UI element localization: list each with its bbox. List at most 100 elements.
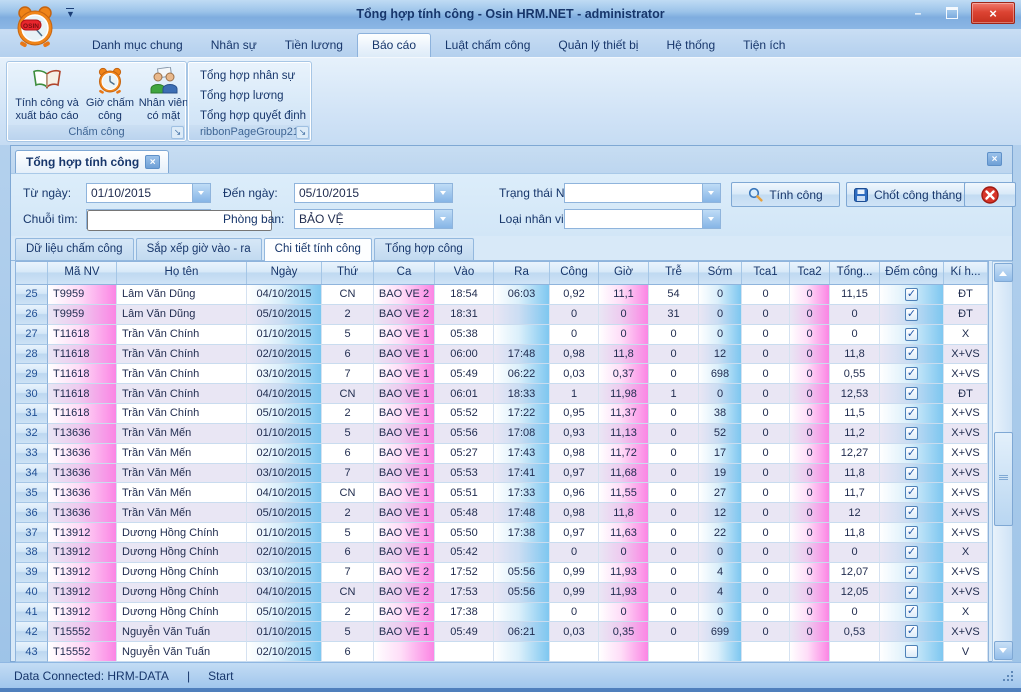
cell-som[interactable]: 0 — [699, 603, 742, 623]
cell-ki-hieu[interactable]: X — [944, 325, 988, 345]
cell-tca1[interactable]: 0 — [742, 424, 790, 444]
cell-som[interactable]: 0 — [699, 543, 742, 563]
cell-ma-nv[interactable]: T13636 — [48, 444, 117, 464]
cell-ho-ten[interactable]: Trần Văn Chính — [117, 364, 247, 384]
cell-thu[interactable]: CN — [322, 285, 374, 305]
cell-ra[interactable]: 06:03 — [494, 285, 550, 305]
table-row[interactable]: 27T11618Trần Văn Chính01/10/20155BAO VE … — [16, 325, 988, 345]
cell-dem-cong[interactable] — [880, 404, 944, 424]
cell-ma-nv[interactable]: T13912 — [48, 523, 117, 543]
ribbon-tab-danh-muc-chung[interactable]: Danh mục chung — [78, 34, 197, 57]
cell-ho-ten[interactable]: Trần Văn Chính — [117, 404, 247, 424]
cell-ki-hieu[interactable]: ĐT — [944, 285, 988, 305]
cell-tca2[interactable]: 0 — [790, 404, 830, 424]
cell-ma-nv[interactable]: T11618 — [48, 404, 117, 424]
cell-ra[interactable]: 06:22 — [494, 364, 550, 384]
cell-ca[interactable] — [374, 642, 435, 662]
table-row[interactable]: 28T11618Trần Văn Chính02/10/20156BAO VE … — [16, 345, 988, 365]
cell-cong[interactable]: 0,92 — [550, 285, 599, 305]
cell-thu[interactable]: 2 — [322, 503, 374, 523]
cell-thu[interactable]: CN — [322, 483, 374, 503]
cell-vao[interactable]: 05:51 — [435, 483, 494, 503]
dem-cong-checkbox[interactable] — [905, 367, 918, 380]
cell-som[interactable]: 699 — [699, 622, 742, 642]
cell-tong[interactable]: 11,8 — [830, 345, 880, 365]
cell-ki-hieu[interactable]: V — [944, 642, 988, 662]
col-header-ma-nv[interactable]: Mã NV — [48, 262, 117, 284]
table-row[interactable]: 38T13912Dương Hồng Chính02/10/20156BAO V… — [16, 543, 988, 563]
cell-thu[interactable]: 7 — [322, 464, 374, 484]
table-row[interactable]: 35T13636Trần Văn Mến04/10/2015CNBAO VE 1… — [16, 483, 988, 503]
subtab-chi-tiet-tinh-cong[interactable]: Chi tiết tính công — [264, 238, 372, 261]
cell-thu[interactable]: 6 — [322, 444, 374, 464]
cell-som[interactable]: 0 — [699, 285, 742, 305]
cell-dem-cong[interactable] — [880, 543, 944, 563]
cell-tre[interactable]: 54 — [649, 285, 699, 305]
row-number[interactable]: 43 — [16, 642, 48, 662]
cell-dem-cong[interactable] — [880, 563, 944, 583]
cell-tre[interactable]: 0 — [649, 325, 699, 345]
row-number[interactable]: 30 — [16, 384, 48, 404]
cell-tca1[interactable]: 0 — [742, 305, 790, 325]
cell-vao[interactable]: 06:00 — [435, 345, 494, 365]
trang-thai-combo[interactable] — [564, 183, 721, 203]
cell-cong[interactable]: 0,96 — [550, 483, 599, 503]
cell-ma-nv[interactable]: T13912 — [48, 603, 117, 623]
cell-tre[interactable]: 0 — [649, 603, 699, 623]
cell-ki-hieu[interactable]: X+VS — [944, 563, 988, 583]
chevron-down-icon[interactable] — [434, 184, 452, 202]
cell-ngay[interactable]: 04/10/2015 — [247, 384, 322, 404]
cell-tong[interactable]: 0 — [830, 603, 880, 623]
cell-tong[interactable]: 0 — [830, 325, 880, 345]
dem-cong-checkbox[interactable] — [905, 645, 918, 658]
row-number[interactable]: 31 — [16, 404, 48, 424]
cell-vao[interactable]: 05:49 — [435, 622, 494, 642]
chevron-down-icon[interactable] — [702, 184, 720, 202]
cell-ngay[interactable]: 02/10/2015 — [247, 444, 322, 464]
cell-gio[interactable]: 11,8 — [599, 503, 649, 523]
cell-dem-cong[interactable] — [880, 384, 944, 404]
cell-gio[interactable]: 0,37 — [599, 364, 649, 384]
col-header-vao[interactable]: Vào — [435, 262, 494, 284]
cell-som[interactable]: 22 — [699, 523, 742, 543]
cell-ngay[interactable]: 04/10/2015 — [247, 483, 322, 503]
table-row[interactable]: 39T13912Dương Hồng Chính03/10/20157BAO V… — [16, 563, 988, 583]
cell-tca2[interactable]: 0 — [790, 603, 830, 623]
cell-ho-ten[interactable]: Nguyễn Văn Tuấn — [117, 622, 247, 642]
cell-dem-cong[interactable] — [880, 285, 944, 305]
col-header-ca[interactable]: Ca — [374, 262, 435, 284]
cell-cong[interactable]: 0,98 — [550, 503, 599, 523]
cell-som[interactable]: 4 — [699, 583, 742, 603]
maximize-button[interactable] — [937, 3, 967, 23]
cell-ki-hieu[interactable]: X+VS — [944, 483, 988, 503]
cell-tong[interactable]: 12 — [830, 503, 880, 523]
cell-tong[interactable]: 12,53 — [830, 384, 880, 404]
cell-dem-cong[interactable] — [880, 444, 944, 464]
row-number[interactable]: 38 — [16, 543, 48, 563]
cell-gio[interactable]: 11,8 — [599, 345, 649, 365]
cell-ngay[interactable]: 03/10/2015 — [247, 563, 322, 583]
cell-ngay[interactable]: 05/10/2015 — [247, 603, 322, 623]
cell-tca2[interactable]: 0 — [790, 583, 830, 603]
cell-gio[interactable]: 11,55 — [599, 483, 649, 503]
ribbon-tab-he-thong[interactable]: Hệ thống — [652, 34, 729, 57]
subtab-tong-hop-cong[interactable]: Tổng hợp công — [374, 238, 474, 260]
cell-ca[interactable]: BAO VE 1 — [374, 622, 435, 642]
cell-ra[interactable] — [494, 603, 550, 623]
cell-thu[interactable]: 7 — [322, 563, 374, 583]
cell-gio[interactable]: 11,37 — [599, 404, 649, 424]
cell-gio[interactable]: 0 — [599, 325, 649, 345]
cell-cong[interactable] — [550, 642, 599, 662]
col-header-tong[interactable]: Tổng... — [830, 262, 880, 284]
cell-vao[interactable]: 17:53 — [435, 583, 494, 603]
table-row[interactable]: 41T13912Dương Hồng Chính05/10/20152BAO V… — [16, 603, 988, 623]
cell-ra[interactable]: 17:22 — [494, 404, 550, 424]
cell-cong[interactable]: 0 — [550, 305, 599, 325]
cell-vao[interactable]: 06:01 — [435, 384, 494, 404]
table-row[interactable]: 34T13636Trần Văn Mến03/10/20157BAO VE 10… — [16, 464, 988, 484]
cell-ho-ten[interactable]: Dương Hồng Chính — [117, 543, 247, 563]
cell-tca1[interactable]: 0 — [742, 444, 790, 464]
cell-ca[interactable]: BAO VE 2 — [374, 285, 435, 305]
cell-cong[interactable]: 0,99 — [550, 583, 599, 603]
dem-cong-checkbox[interactable] — [905, 467, 918, 480]
